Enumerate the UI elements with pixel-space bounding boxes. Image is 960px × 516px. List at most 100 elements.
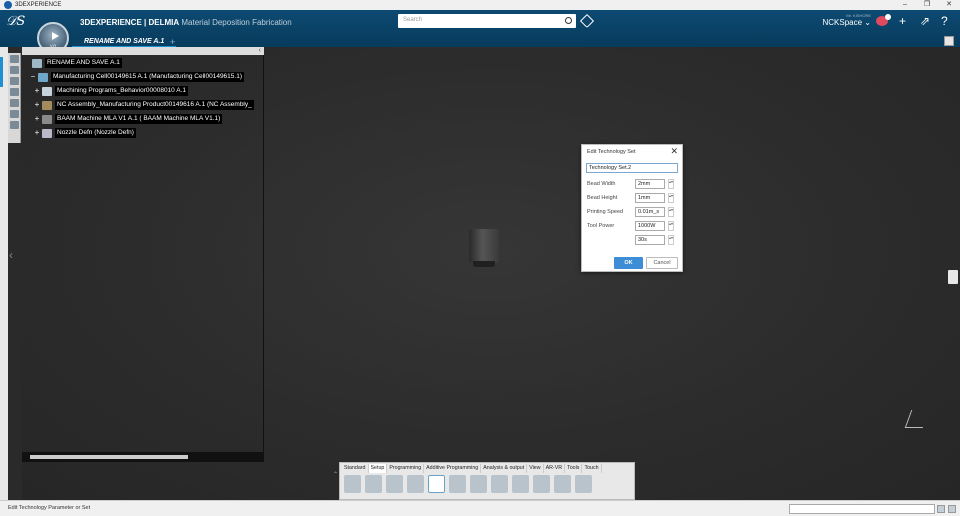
- machining-programs-icon: [42, 86, 52, 96]
- tree-node-label: Manufacturing Cell00149615 A.1 (Manufact…: [51, 72, 244, 82]
- spinner-icon[interactable]: ▴▾: [668, 192, 674, 203]
- copy-icon[interactable]: [365, 475, 382, 493]
- notifications-avatar[interactable]: [876, 14, 891, 26]
- maximize-button[interactable]: ❐: [916, 0, 938, 10]
- tree-tool-icon[interactable]: [9, 121, 19, 129]
- tag-icon[interactable]: [579, 13, 595, 29]
- tree-tool-icon[interactable]: [9, 77, 19, 85]
- tree-tool-icon[interactable]: [9, 99, 19, 107]
- tree-node-machining-programs[interactable]: + Machining Programs_Behavior00008010 A.…: [34, 86, 189, 96]
- expand-icon[interactable]: +: [34, 115, 40, 123]
- tree-tool-icon[interactable]: [9, 66, 19, 74]
- spinner-icon[interactable]: ▴▾: [668, 220, 674, 231]
- spinner-icon[interactable]: ▴▾: [668, 234, 674, 245]
- dassault-logo-icon: 𝒟S: [6, 14, 26, 29]
- collapse-tree-icon[interactable]: ‹: [259, 47, 261, 55]
- action-bar-tabs: Standard Setup Programming Additive Prog…: [342, 464, 602, 473]
- window-title: 3DEXPERIENCE: [15, 2, 62, 8]
- program-icon[interactable]: [533, 475, 550, 493]
- add-button[interactable]: +: [899, 14, 906, 28]
- scrollbar-thumb[interactable]: [30, 455, 188, 459]
- root-node-icon: [32, 58, 42, 68]
- tree-tool-icon[interactable]: [9, 110, 19, 118]
- tree-divider: [263, 55, 264, 455]
- left-side-strip: [0, 47, 8, 500]
- tree-node-manufacturing-cell[interactable]: − Manufacturing Cell00149615 A.1 (Manufa…: [30, 72, 244, 82]
- brand-title: 3DEXPERIENCE | DELMIA Material Depositio…: [80, 18, 292, 27]
- search-placeholder: Search: [403, 17, 423, 23]
- tab-touch[interactable]: Touch: [582, 464, 602, 473]
- status-bar: Edit Technology Parameter or Set: [0, 500, 960, 516]
- app-name: Material Deposition Fabrication: [181, 18, 292, 27]
- machine-setup-icon[interactable]: [449, 475, 466, 493]
- expand-icon[interactable]: +: [34, 87, 40, 95]
- close-icon[interactable]: ✕: [670, 146, 678, 157]
- tree-node-root[interactable]: RENAME AND SAVE A.1: [24, 58, 122, 68]
- search-icon[interactable]: [565, 17, 572, 24]
- tab-analysis-output[interactable]: Analysis & output: [481, 464, 528, 473]
- right-panel-handle[interactable]: [948, 270, 958, 284]
- app-header: 𝒟S V.R 3DEXPERIENCE | DELMIA Material De…: [0, 10, 960, 54]
- tree-node-baam-machine[interactable]: + BAAM Machine MLA V1 A.1 ( BAAM Machine…: [34, 114, 223, 124]
- help-icon[interactable]: ?: [941, 14, 948, 28]
- spinner-icon[interactable]: ▴▾: [668, 206, 674, 217]
- param-label: Printing Speed: [587, 208, 624, 215]
- notification-badge: [885, 14, 891, 20]
- undo-icon[interactable]: [407, 475, 424, 493]
- expand-icon[interactable]: +: [34, 101, 40, 109]
- space-selector[interactable]: NCKSpace ⌄: [815, 18, 872, 27]
- window-title-bar: 3DEXPERIENCE – ❐ ✕: [0, 0, 960, 10]
- tool-power-field[interactable]: 1000W: [635, 220, 665, 231]
- tree-tool-icon[interactable]: [9, 88, 19, 96]
- manufacturing-cell-icon: [38, 72, 48, 82]
- nozzle-3d-part[interactable]: [469, 229, 499, 267]
- play-icon: [52, 32, 59, 40]
- param-row-bead-width: Bead Width 2mm ▴▾: [587, 178, 679, 189]
- expand-icon[interactable]: +: [34, 129, 40, 137]
- ok-button[interactable]: OK: [614, 257, 643, 269]
- tree-node-label: NC Assembly_Manufacturing Product0014961…: [55, 100, 254, 110]
- search-input[interactable]: Search: [398, 14, 576, 28]
- spinner-icon[interactable]: ▴▾: [668, 178, 674, 189]
- fixture-icon[interactable]: [491, 475, 508, 493]
- action-bar-tools: [344, 475, 596, 493]
- minimize-button[interactable]: –: [894, 0, 916, 10]
- tab-additive-programming[interactable]: Additive Programming: [424, 464, 482, 473]
- tool-icon[interactable]: [512, 475, 529, 493]
- tab-standard[interactable]: Standard: [342, 464, 369, 473]
- printing-speed-field[interactable]: 0.01m_s: [635, 206, 665, 217]
- tab-view[interactable]: View: [527, 464, 544, 473]
- cancel-button[interactable]: Cancel: [646, 257, 678, 269]
- command-input[interactable]: [789, 504, 935, 514]
- more-tools-icon[interactable]: [575, 475, 592, 493]
- paste-icon[interactable]: [386, 475, 403, 493]
- tree-tool-icon[interactable]: [9, 55, 19, 63]
- tree-node-nozzle-defn[interactable]: + Nozzle Defn (Nozzle Defn): [34, 128, 136, 138]
- time-field[interactable]: 30s: [635, 234, 665, 245]
- technology-set-name-input[interactable]: Technology Set.2: [586, 163, 678, 173]
- status-settings-icon[interactable]: [948, 505, 956, 513]
- param-row-time: 30s ▴▾: [587, 234, 679, 245]
- user-space-menu[interactable]: Mr. KISHORE NCKSpace ⌄: [815, 13, 872, 27]
- technology-set-icon[interactable]: [428, 475, 445, 493]
- tree-node-nc-assembly[interactable]: + NC Assembly_Manufacturing Product00149…: [34, 100, 254, 110]
- tab-programming[interactable]: Programming: [387, 464, 425, 473]
- part-setup-icon[interactable]: [470, 475, 487, 493]
- machine-icon: [42, 114, 52, 124]
- status-tool-icon[interactable]: [937, 505, 945, 513]
- param-label: Bead Height: [587, 194, 618, 201]
- collapse-icon[interactable]: −: [30, 73, 36, 81]
- chevron-up-icon[interactable]: ⌃: [333, 471, 338, 478]
- tab-setup[interactable]: Setup: [368, 464, 388, 473]
- close-window-button[interactable]: ✕: [938, 0, 960, 10]
- tab-tools[interactable]: Tools: [565, 464, 583, 473]
- geometry-icon[interactable]: [554, 475, 571, 493]
- bead-height-field[interactable]: 1mm: [635, 192, 665, 203]
- fullscreen-icon[interactable]: [944, 36, 954, 46]
- bead-width-field[interactable]: 2mm: [635, 178, 665, 189]
- tab-ar-vr[interactable]: AR-VR: [544, 464, 566, 473]
- share-icon[interactable]: ⇗: [920, 14, 930, 28]
- cut-icon[interactable]: [344, 475, 361, 493]
- tree-horizontal-scrollbar[interactable]: [22, 452, 264, 462]
- chevron-left-icon[interactable]: ‹: [9, 248, 13, 262]
